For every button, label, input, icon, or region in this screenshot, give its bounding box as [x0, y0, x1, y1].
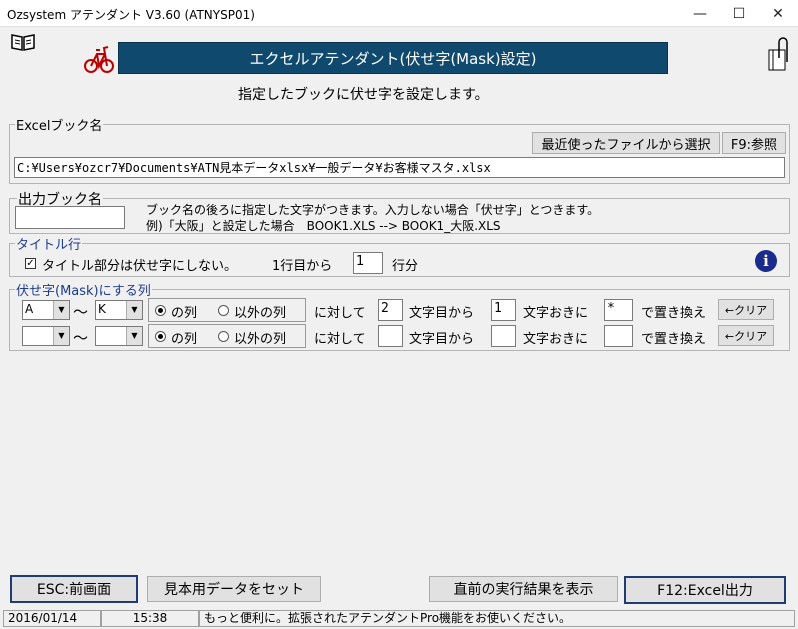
output-hint-1: ブック名の後ろに指定した文字がつきます。入力しない場合「伏せ字」とつきます。: [146, 203, 600, 217]
title-row-count-input[interactable]: 1: [353, 252, 383, 274]
page-banner: エクセルアテンダント(伏せ字(Mask)設定): [118, 42, 668, 74]
status-message: もっと便利に。拡張されたアテンダントPro機能をお使いください。: [199, 610, 795, 627]
every-text: 文字おきに: [523, 332, 589, 347]
tilde: ～: [73, 303, 89, 321]
mask-row1-to-col-select[interactable]: K ▼: [95, 300, 143, 320]
esc-back-button[interactable]: ESC:前画面: [10, 575, 138, 603]
status-time: 15:38: [101, 610, 199, 627]
sample-data-button[interactable]: 見本用データをセット: [147, 576, 321, 602]
mask-row2-to-col-select[interactable]: ▼: [95, 326, 143, 346]
title-row-checkbox[interactable]: ✓: [25, 258, 36, 269]
row-suffix: 行分: [392, 259, 419, 274]
maximize-icon[interactable]: ☐: [719, 4, 759, 24]
browse-button[interactable]: F9:参照: [722, 132, 786, 154]
chevron-down-icon: ▼: [126, 327, 142, 345]
chevron-down-icon: ▼: [53, 301, 69, 319]
excel-output-button[interactable]: F12:Excel出力: [624, 576, 786, 604]
page-description: 指定したブックに伏せ字を設定します。: [238, 87, 489, 103]
mask-row1-clear-button[interactable]: ←クリア: [718, 299, 774, 320]
mask-row1-radio-other[interactable]: [218, 305, 229, 316]
title-row-label: タイトル行: [15, 234, 83, 253]
mask-label: 伏せ字(Mask)にする列: [15, 280, 152, 299]
recent-files-button[interactable]: 最近使ったファイルから選択: [532, 132, 720, 154]
row-prefix: 1行目から: [272, 259, 333, 274]
mask-row2-clear-button[interactable]: ←クリア: [718, 325, 774, 346]
bicycle-icon: [84, 42, 114, 74]
radio-col-label: の列: [171, 306, 198, 321]
window-title: Ozsystem アテンダント V3.60 (ATNYSP01): [7, 8, 255, 22]
mask-row2-start-input[interactable]: [378, 325, 403, 347]
every-text: 文字おきに: [523, 306, 589, 321]
status-date: 2016/01/14: [3, 610, 101, 627]
output-hint-2: 例)「大阪」と設定した場合 BOOK1.XLS --> BOOK1_大阪.XLS: [146, 219, 501, 233]
mask-row1-char-input[interactable]: *: [604, 299, 633, 321]
radio-other-label: 以外の列: [234, 306, 287, 321]
for-text: に対して: [314, 332, 366, 347]
last-result-button[interactable]: 直前の実行結果を表示: [429, 576, 618, 602]
from-text: 文字目から: [409, 332, 475, 347]
minimize-icon[interactable]: —: [680, 4, 720, 24]
title-row-checkbox-label: タイトル部分は伏せ字にしない。: [42, 259, 238, 274]
excel-book-label: Excelブック名: [15, 115, 104, 134]
chevron-down-icon: ▼: [53, 327, 69, 345]
replace-text: で置き換え: [641, 332, 707, 347]
mask-row2-radio-col[interactable]: [155, 331, 166, 342]
from-text: 文字目から: [409, 306, 475, 321]
mask-row1-start-input[interactable]: 2: [378, 299, 403, 321]
mask-row2-radio-other[interactable]: [218, 331, 229, 342]
clip-icon[interactable]: [766, 36, 790, 72]
mask-row1-from-col-select[interactable]: A ▼: [22, 300, 70, 320]
for-text: に対して: [314, 306, 366, 321]
mask-row1-interval-input[interactable]: 1: [491, 299, 516, 321]
mask-row1-radio-col[interactable]: [155, 305, 166, 316]
mask-row2-interval-input[interactable]: [491, 325, 516, 347]
radio-other-label: 以外の列: [234, 332, 287, 347]
mask-row2-from-col-select[interactable]: ▼: [22, 326, 70, 346]
replace-text: で置き換え: [641, 306, 707, 321]
output-book-input[interactable]: [15, 206, 125, 229]
book-icon[interactable]: [10, 32, 36, 52]
tilde: ～: [73, 329, 89, 347]
mask-row2-char-input[interactable]: [604, 325, 633, 347]
excel-path-input[interactable]: C:¥Users¥ozcr7¥Documents¥ATN見本データxlsx¥一般…: [14, 157, 785, 178]
chevron-down-icon: ▼: [126, 301, 142, 319]
title-bar: Ozsystem アテンダント V3.60 (ATNYSP01) — ☐ ✕: [0, 0, 798, 27]
radio-col-label: の列: [171, 332, 198, 347]
info-icon[interactable]: i: [755, 250, 777, 272]
close-icon[interactable]: ✕: [758, 4, 798, 24]
